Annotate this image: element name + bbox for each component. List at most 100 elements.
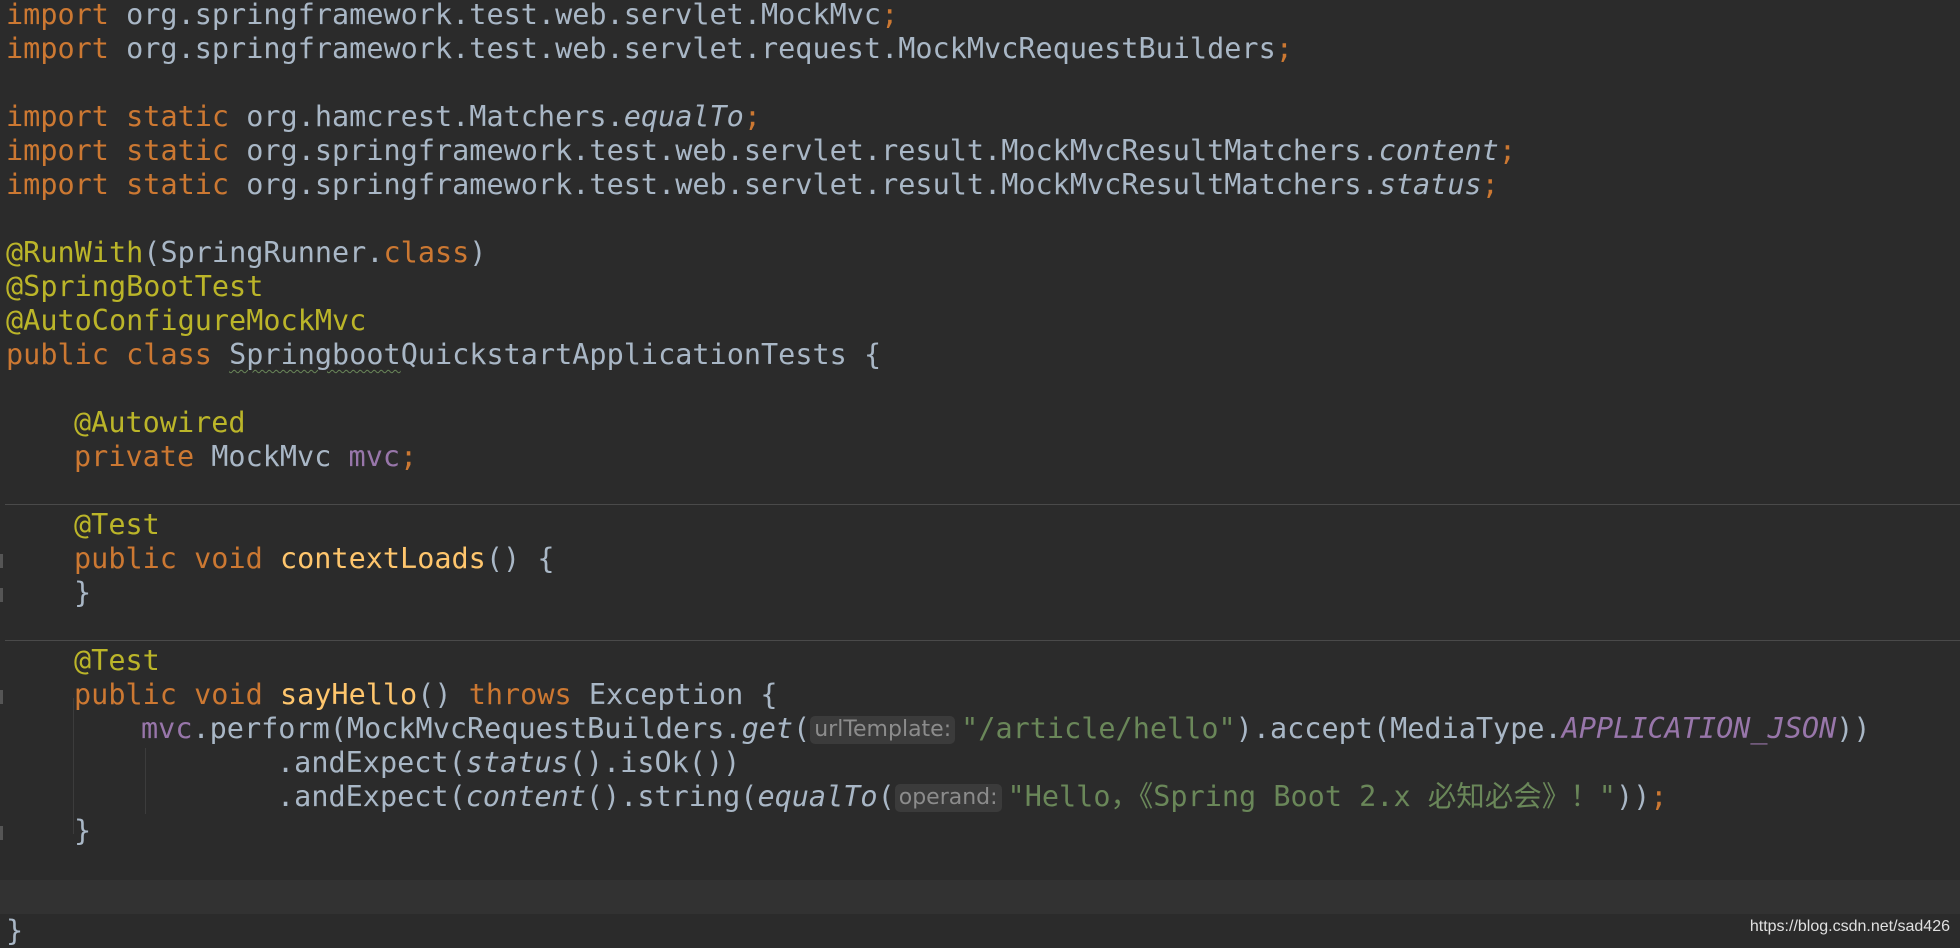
fold-marker[interactable]: [0, 826, 3, 840]
string-literal: "Hello，《Spring Boot 2.x 必知必会》！": [1007, 780, 1616, 813]
code-line-11[interactable]: public class SpringbootQuickstartApplica…: [6, 338, 881, 372]
indent-guide: [145, 748, 146, 814]
static-method: get: [741, 712, 794, 745]
brace: {: [846, 338, 882, 371]
code-editor[interactable]: import org.springframework.test.web.serv…: [0, 0, 1960, 947]
import-path: org.hamcrest.Matchers.: [229, 100, 624, 133]
static-method: equalTo: [623, 100, 744, 133]
import-path: org.springframework.test.web.servlet.req…: [108, 32, 1276, 65]
keyword: public: [74, 678, 177, 711]
keyword: void: [194, 542, 263, 575]
code-line-10[interactable]: @AutoConfigureMockMvc: [6, 304, 366, 338]
fold-marker[interactable]: [0, 588, 3, 602]
keyword: import: [6, 0, 109, 31]
import-path: org.springframework.test.web.servlet.res…: [229, 168, 1379, 201]
code-line-18[interactable]: }: [74, 576, 91, 610]
brace: }: [6, 914, 24, 947]
method-name: contextLoads: [279, 542, 486, 575]
watermark: https://blog.csdn.net/sad426: [1749, 918, 1950, 935]
call: .andExpect(: [277, 746, 466, 779]
call: ().isOk()): [568, 746, 741, 779]
code-line-22[interactable]: mvc.perform(MockMvcRequestBuilders.get(u…: [141, 712, 1871, 746]
code-line-8[interactable]: @RunWith(SpringRunner.class): [6, 236, 486, 270]
code-line-25[interactable]: }: [74, 814, 91, 848]
keyword: import: [6, 100, 109, 133]
static-method: equalTo: [757, 780, 878, 813]
keyword: public: [6, 338, 109, 371]
call: .andExpect(: [277, 780, 466, 813]
paren: (: [793, 712, 811, 745]
fold-marker[interactable]: [0, 690, 3, 704]
code-line-21[interactable]: public void sayHello() throws Exception …: [74, 678, 778, 712]
parameter-hint: urlTemplate:: [810, 716, 956, 744]
static-method: status: [465, 746, 569, 779]
keyword: import: [6, 168, 109, 201]
semicolon: ;: [1481, 168, 1499, 201]
semicolon: ;: [881, 0, 899, 31]
annotation: @Autowired: [74, 406, 246, 439]
fold-marker[interactable]: [0, 554, 3, 568]
code-line-16[interactable]: @Test: [74, 508, 160, 542]
static-method: status: [1378, 168, 1482, 201]
code-line-5[interactable]: import static org.springframework.test.w…: [6, 134, 1516, 168]
keyword: public: [74, 542, 177, 575]
keyword: class: [383, 236, 470, 269]
semicolon: ;: [1275, 32, 1293, 65]
code-line-2[interactable]: import org.springframework.test.web.serv…: [6, 32, 1293, 66]
call: .perform(MockMvcRequestBuilders.: [192, 712, 742, 745]
parameter-hint: operand:: [894, 784, 1002, 812]
code-line-1[interactable]: import org.springframework.test.web.serv…: [6, 0, 898, 32]
method-separator: [5, 640, 1960, 641]
import-path: org.springframework.test.web.servlet.Moc…: [108, 0, 882, 31]
method-separator: [5, 504, 1960, 505]
keyword: void: [194, 678, 263, 711]
paren: ): [469, 236, 487, 269]
code-line-23[interactable]: .andExpect(status().isOk()): [277, 746, 740, 780]
code-line-17[interactable]: public void contextLoads() {: [74, 542, 554, 576]
annotation: @Test: [74, 508, 160, 541]
call: ).accept(MediaType.: [1235, 712, 1562, 745]
semicolon: ;: [400, 440, 418, 473]
annotation-arg: (SpringRunner.: [143, 236, 384, 269]
annotation: @RunWith: [6, 236, 144, 269]
type: MockMvc: [194, 440, 349, 473]
code-line-28[interactable]: }: [6, 914, 23, 948]
static-method: content: [1378, 134, 1499, 167]
code-line-14[interactable]: private MockMvc mvc;: [74, 440, 417, 474]
field: mvc: [348, 440, 401, 473]
keyword: class: [126, 338, 212, 371]
code-line-4[interactable]: import static org.hamcrest.Matchers.equa…: [6, 100, 761, 134]
code-line-20[interactable]: @Test: [74, 644, 160, 678]
code-line-9[interactable]: @SpringBootTest: [6, 270, 263, 304]
paren: )): [1836, 712, 1871, 745]
class-name: QuickstartApplicationTests: [400, 338, 847, 371]
current-line-highlight: [0, 880, 1960, 914]
keyword: static: [126, 168, 230, 201]
paren: )): [1615, 780, 1651, 813]
annotation: @SpringBootTest: [6, 270, 264, 303]
code-line-24[interactable]: .andExpect(content().string(equalTo(oper…: [277, 780, 1667, 814]
code-line-13[interactable]: @Autowired: [74, 406, 246, 440]
keyword: import: [6, 32, 109, 65]
field: mvc: [141, 712, 193, 745]
constant: APPLICATION_JSON: [1561, 712, 1837, 745]
method-name: sayHello: [279, 678, 418, 711]
exception: Exception {: [571, 678, 778, 711]
brace: }: [74, 576, 92, 609]
import-path: org.springframework.test.web.servlet.res…: [229, 134, 1379, 167]
brace: }: [74, 814, 92, 847]
keyword: private: [74, 440, 195, 473]
params: () {: [485, 542, 555, 575]
annotation: @Test: [74, 644, 160, 677]
keyword: import: [6, 134, 109, 167]
keyword: static: [126, 100, 230, 133]
keyword: throws: [468, 678, 572, 711]
code-line-6[interactable]: import static org.springframework.test.w…: [6, 168, 1499, 202]
params: (): [417, 678, 469, 711]
semicolon: ;: [1498, 134, 1516, 167]
semicolon: ;: [743, 100, 762, 133]
paren: (: [877, 780, 895, 813]
semicolon: ;: [1650, 780, 1668, 813]
string-literal: "/article/hello": [961, 712, 1236, 745]
class-name-typo[interactable]: Springboot: [229, 338, 401, 371]
